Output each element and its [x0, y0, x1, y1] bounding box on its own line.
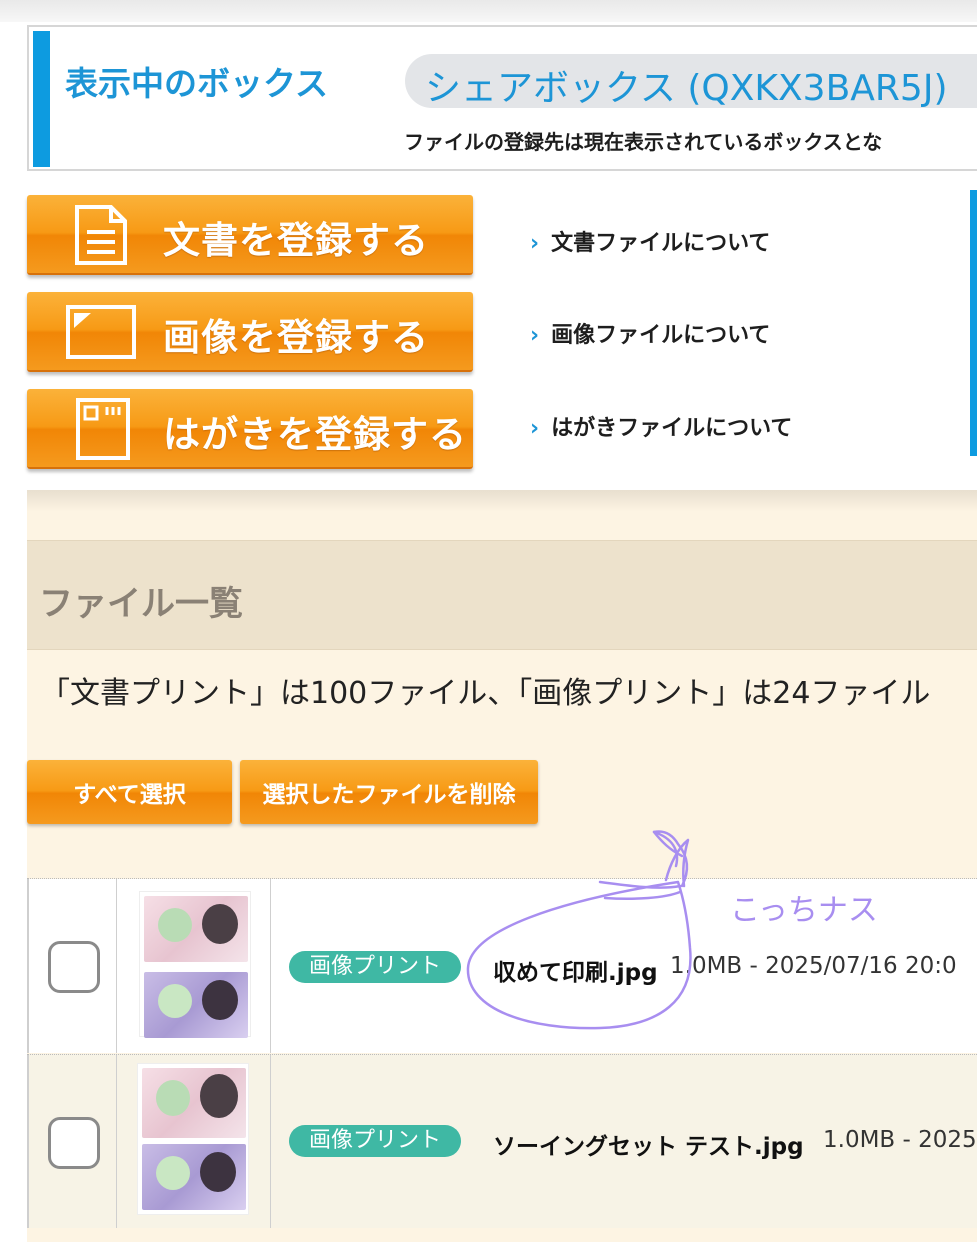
file-type-badge: 画像プリント [289, 951, 462, 983]
current-box-name: シェアボックス (QXKX3BAR5J) [425, 68, 948, 109]
register-postcard-label: はがきを登録する [163, 413, 467, 456]
register-document-label: 文書を登録する [163, 219, 429, 262]
file-checkbox[interactable] [48, 941, 100, 993]
chevron-right-icon: › [530, 231, 540, 256]
file-table: 画像プリント 収めて印刷.jpg 1.0MB - 2025/07/16 20:0… [27, 878, 977, 1228]
file-limit-text: 「文書プリント」は100ファイル、「画像プリント」は24ファイル [40, 676, 931, 711]
image-icon [65, 304, 137, 364]
table-row[interactable]: 画像プリント ソーイングセット テスト.jpg 1.0MB - 2025 [27, 1054, 977, 1228]
top-strip [0, 0, 977, 22]
document-info-link[interactable]: › 文書ファイルについて [530, 225, 770, 257]
checkbox-cell [27, 879, 117, 1053]
thumbnail-lower [144, 972, 248, 1038]
table-row[interactable]: 画像プリント 収めて印刷.jpg 1.0MB - 2025/07/16 20:0 [27, 879, 977, 1053]
file-type-badge: 画像プリント [289, 1125, 462, 1157]
section-shadow [27, 490, 977, 512]
document-icon [71, 204, 131, 270]
thumbnail-upper [144, 896, 248, 962]
file-thumbnail[interactable] [139, 891, 251, 1038]
postcard-icon [75, 397, 131, 465]
file-thumbnail[interactable] [137, 1063, 249, 1215]
delete-selected-button[interactable]: 選択したファイルを削除 [240, 760, 538, 824]
register-postcard-button[interactable]: はがきを登録する [27, 389, 473, 469]
file-checkbox[interactable] [48, 1117, 100, 1169]
thumbnail-cell [117, 879, 271, 1053]
box-accent-bar [33, 31, 50, 167]
file-list-header: ファイル一覧 [27, 540, 977, 650]
box-note: ファイルの登録先は現在表示されているボックスとな [404, 130, 883, 154]
thumbnail-upper [142, 1068, 246, 1138]
thumbnail-lower [142, 1144, 246, 1210]
right-accent-bar [970, 190, 977, 456]
register-image-label: 画像を登録する [163, 316, 429, 359]
current-box-selector[interactable]: シェアボックス (QXKX3BAR5J) [405, 54, 977, 109]
chevron-right-icon: › [530, 323, 540, 348]
file-meta: 1.0MB - 2025 [823, 1127, 977, 1153]
document-info-label: 文書ファイルについて [551, 231, 771, 256]
box-title: 表示中のボックス [65, 64, 329, 103]
postcard-info-label: はがきファイルについて [551, 416, 793, 441]
file-meta: 1.0MB - 2025/07/16 20:0 [670, 953, 957, 979]
image-info-link[interactable]: › 画像ファイルについて [530, 317, 770, 349]
chevron-right-icon: › [530, 416, 540, 441]
file-list-title: ファイル一覧 [39, 584, 243, 624]
file-name: ソーイングセット テスト.jpg [493, 1134, 804, 1160]
checkbox-cell [27, 1055, 117, 1228]
postcard-info-link[interactable]: › はがきファイルについて [530, 410, 792, 442]
thumbnail-cell [117, 1055, 271, 1228]
file-name: 収めて印刷.jpg [493, 960, 658, 986]
image-info-label: 画像ファイルについて [551, 323, 771, 348]
register-image-button[interactable]: 画像を登録する [27, 292, 473, 372]
box-panel: 表示中のボックス シェアボックス (QXKX3BAR5J) ファイルの登録先は現… [27, 25, 977, 171]
select-all-button[interactable]: すべて選択 [27, 760, 232, 824]
register-document-button[interactable]: 文書を登録する [27, 195, 473, 275]
